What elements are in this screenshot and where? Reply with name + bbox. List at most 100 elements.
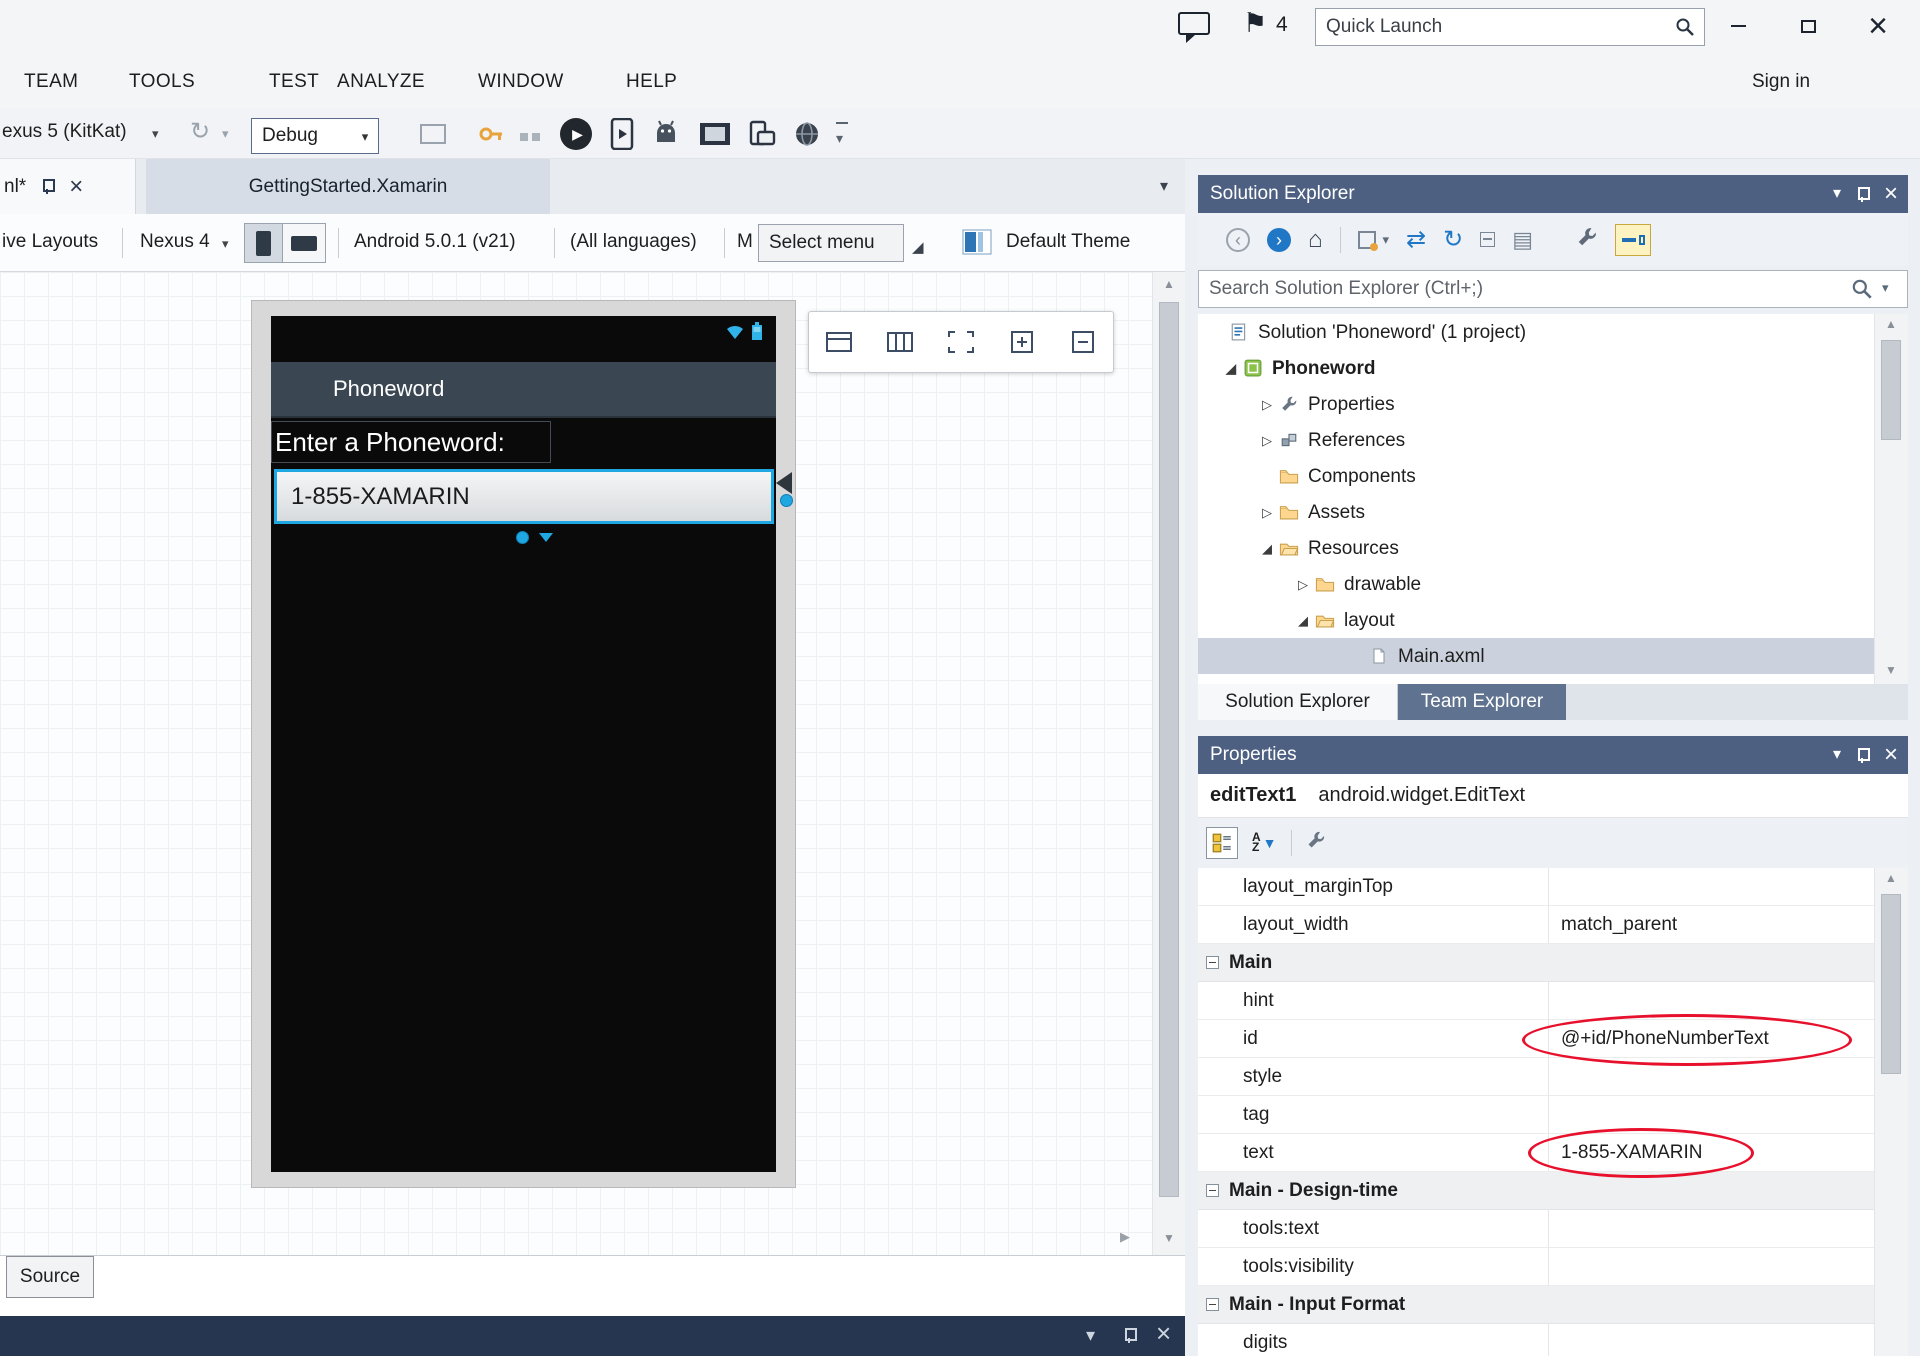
scroll-down-icon[interactable]: [1885, 664, 1897, 676]
forward-icon[interactable]: [1267, 228, 1291, 252]
sign-in-link[interactable]: Sign in: [1752, 71, 1810, 93]
notifications-flag-icon[interactable]: [1243, 10, 1267, 37]
panel-chevron-icon[interactable]: [1086, 1326, 1095, 1344]
alternative-layouts-button[interactable]: ive Layouts: [2, 231, 98, 253]
menu-help[interactable]: HELP: [626, 71, 677, 93]
maximize-button[interactable]: [1786, 8, 1830, 44]
collapsed-arrow-icon[interactable]: [1256, 506, 1278, 519]
resize-handle-bottom[interactable]: [516, 531, 529, 544]
designer-vertical-scrollbar[interactable]: [1152, 272, 1185, 1255]
property-value[interactable]: [1548, 982, 1874, 1019]
layout-header-icon[interactable]: [824, 329, 854, 355]
active-document-tab[interactable]: nl*: [0, 159, 136, 214]
property-value[interactable]: [1548, 868, 1874, 905]
property-value[interactable]: [1548, 1324, 1874, 1356]
panel-close-icon[interactable]: [1156, 1320, 1171, 1346]
phone-screen[interactable]: Phoneword Enter a Phoneword:: [271, 316, 776, 1172]
minimize-button[interactable]: [1716, 8, 1760, 44]
handle-chevron-icon[interactable]: [539, 533, 553, 542]
layout-columns-icon[interactable]: [885, 329, 915, 355]
properties-scrollbar[interactable]: [1874, 868, 1908, 1356]
deploy-device-icon[interactable]: [610, 118, 634, 156]
menu-test[interactable]: TEST: [269, 71, 319, 93]
pin-icon[interactable]: [1855, 747, 1870, 764]
switch-views-icon[interactable]: [1406, 228, 1426, 252]
refresh-icon[interactable]: [1443, 228, 1463, 252]
search-chevron-icon[interactable]: [1882, 281, 1889, 294]
properties-header[interactable]: Properties: [1198, 736, 1908, 774]
tree-item-references[interactable]: References: [1198, 422, 1874, 458]
scroll-up-icon[interactable]: [1163, 278, 1175, 290]
bottom-panel-bar[interactable]: [0, 1316, 1185, 1356]
language-dropdown[interactable]: (All languages): [570, 231, 697, 253]
tab-list-chevron-icon[interactable]: [1160, 179, 1168, 195]
anchor-arrow-icon[interactable]: [776, 472, 792, 494]
panel-pin-icon[interactable]: [1122, 1327, 1137, 1344]
tab-solution-explorer[interactable]: Solution Explorer: [1198, 684, 1398, 720]
tree-item-assets[interactable]: Assets: [1198, 494, 1874, 530]
configuration-chevron-icon[interactable]: [352, 130, 378, 143]
expanded-arrow-icon[interactable]: [1256, 542, 1278, 555]
property-category[interactable]: Main - Design-time: [1198, 1172, 1874, 1210]
theme-dropdown[interactable]: Default Theme: [1006, 231, 1130, 253]
property-row[interactable]: tools:visibility: [1198, 1248, 1874, 1286]
property-row[interactable]: digits: [1198, 1324, 1874, 1356]
tree-item-resources[interactable]: Resources: [1198, 530, 1874, 566]
collapsed-arrow-icon[interactable]: [1292, 578, 1314, 591]
device-selector-chevron-icon[interactable]: [152, 127, 159, 140]
pending-changes-icon[interactable]: [1358, 231, 1376, 249]
selection-bounds-icon[interactable]: [946, 329, 976, 355]
tab-pin-icon[interactable]: [40, 178, 55, 195]
search-icon[interactable]: [1674, 16, 1696, 38]
landscape-button[interactable]: [283, 224, 325, 262]
categorized-view-button[interactable]: [1206, 827, 1238, 859]
grip-icon[interactable]: [912, 240, 924, 255]
window-position-chevron-icon[interactable]: [1833, 747, 1841, 763]
scroll-up-icon[interactable]: [1885, 318, 1897, 330]
tree-item-project[interactable]: Phoneword: [1198, 350, 1874, 386]
property-row[interactable]: hint: [1198, 982, 1874, 1020]
device-chevron-icon[interactable]: [222, 237, 229, 250]
rotate-device-icon[interactable]: [748, 120, 776, 154]
source-tab[interactable]: Source: [6, 1256, 94, 1298]
device-dropdown[interactable]: Nexus 4: [140, 231, 210, 253]
tree-item-drawable[interactable]: drawable: [1198, 566, 1874, 602]
back-icon[interactable]: [1226, 228, 1250, 252]
tree-item-properties[interactable]: Properties: [1198, 386, 1874, 422]
android-emulator-icon[interactable]: [652, 120, 680, 154]
search-icon[interactable]: [1850, 277, 1874, 301]
property-category[interactable]: Main: [1198, 944, 1874, 982]
solution-search-input[interactable]: [1198, 270, 1908, 308]
tree-item-components[interactable]: Components: [1198, 458, 1874, 494]
collapse-icon[interactable]: [1206, 1298, 1219, 1311]
device-selector[interactable]: exus 5 (KitKat): [2, 121, 127, 143]
collapsed-arrow-icon[interactable]: [1256, 398, 1278, 411]
property-value[interactable]: [1548, 1210, 1874, 1247]
edittext-widget[interactable]: 1-855-XAMARIN: [274, 469, 774, 524]
close-button[interactable]: [1856, 8, 1900, 44]
menu-team[interactable]: TEAM: [24, 71, 78, 93]
tab-close-icon[interactable]: [69, 175, 83, 199]
property-value[interactable]: [1548, 1096, 1874, 1133]
tab-team-explorer[interactable]: Team Explorer: [1398, 684, 1566, 720]
property-value[interactable]: 1-855-XAMARIN: [1548, 1134, 1874, 1171]
textview-label[interactable]: Enter a Phoneword:: [271, 421, 551, 463]
start-debug-button[interactable]: [560, 118, 592, 150]
property-value[interactable]: [1548, 1248, 1874, 1285]
close-icon[interactable]: [1884, 182, 1898, 206]
screenshot-icon[interactable]: [700, 123, 730, 145]
refresh-chevron-icon[interactable]: [222, 127, 229, 140]
property-pages-wrench-icon[interactable]: [1306, 830, 1326, 856]
configuration-combo[interactable]: Debug: [251, 118, 379, 154]
solution-explorer-header[interactable]: Solution Explorer: [1198, 175, 1908, 213]
property-value[interactable]: match_parent: [1548, 906, 1874, 943]
property-row[interactable]: layout_width match_parent: [1198, 906, 1874, 944]
alphabetical-sort-button[interactable]: AZ: [1252, 833, 1277, 852]
preview-selected-icon[interactable]: [1512, 229, 1533, 251]
property-category[interactable]: Main - Input Format: [1198, 1286, 1874, 1324]
expanded-arrow-icon[interactable]: [1220, 362, 1242, 375]
quick-launch-input[interactable]: [1316, 9, 1668, 45]
refresh-device-icon[interactable]: [190, 120, 210, 144]
property-row[interactable]: style: [1198, 1058, 1874, 1096]
theme-icon[interactable]: [962, 229, 992, 261]
